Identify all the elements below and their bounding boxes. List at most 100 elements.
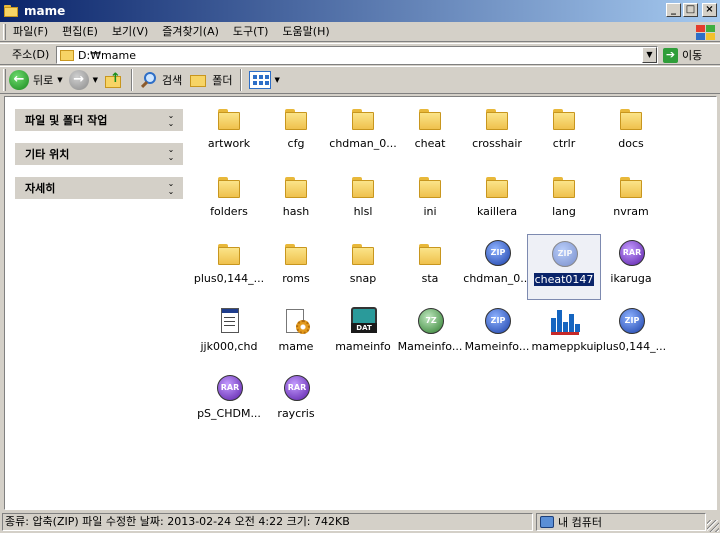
archive-badge: ZIP <box>485 307 511 334</box>
panel-file-folder-tasks[interactable]: 파일 및 폴더 작업 ⌄ ⌄ <box>15 109 183 131</box>
folder-icon <box>413 171 447 203</box>
double-chevron-down-icon[interactable]: ⌄ ⌄ <box>165 180 175 196</box>
panel-title: 파일 및 폴더 작업 <box>25 114 108 127</box>
search-button[interactable]: 검색 <box>137 68 185 92</box>
file-item[interactable]: hlsl <box>326 167 400 233</box>
menu-tools[interactable]: 도구(T) <box>226 23 276 41</box>
file-item[interactable]: docs <box>594 99 668 165</box>
file-item[interactable]: roms <box>259 234 333 300</box>
maximize-button[interactable]: □ <box>683 3 698 17</box>
file-item-label: ctrlr <box>552 137 576 150</box>
folder-icon <box>3 4 19 18</box>
file-item[interactable]: ctrlr <box>527 99 601 165</box>
chevron-down-icon[interactable]: ▼ <box>275 76 280 84</box>
resize-grip[interactable] <box>707 520 719 532</box>
zip-archive-icon: ZIP <box>480 306 514 338</box>
file-item[interactable]: RAR pS_CHDM... <box>192 369 266 435</box>
menu-file[interactable]: 파일(F) <box>6 23 55 41</box>
panel-title: 자세히 <box>25 182 56 195</box>
file-item-label: artwork <box>207 137 251 150</box>
file-item-label: pS_CHDM... <box>197 407 261 420</box>
file-item[interactable]: crosshair <box>460 99 534 165</box>
close-button[interactable]: × <box>702 3 717 17</box>
menu-help[interactable]: 도움말(H) <box>275 23 336 41</box>
minimize-button[interactable]: _ <box>666 3 681 17</box>
folder-icon <box>279 103 313 135</box>
file-item[interactable]: sta <box>393 234 467 300</box>
file-item[interactable]: jjk000,chd <box>192 302 266 368</box>
archive-badge: RAR <box>284 375 310 401</box>
file-item[interactable]: cfg <box>259 99 333 165</box>
file-item-label: hash <box>282 204 310 218</box>
file-item-label: docs <box>618 137 644 150</box>
file-item[interactable]: ini <box>393 167 467 233</box>
content-area: 파일 및 폴더 작업 ⌄ ⌄ 기타 위치 ⌄ ⌄ 자세히 ⌄ ⌄ artwork cfg… <box>4 96 717 510</box>
up-button[interactable]: ↑ <box>101 68 127 92</box>
file-item[interactable]: RAR raycris <box>259 369 333 435</box>
menu-edit[interactable]: 편집(E) <box>55 23 105 41</box>
file-item-label: plus0,144_... <box>193 272 265 285</box>
rar-archive-icon: RAR <box>212 373 246 405</box>
folder-icon <box>614 103 648 135</box>
panel-other-places[interactable]: 기타 위치 ⌄ ⌄ <box>15 143 183 165</box>
file-item-label: folders <box>210 204 248 218</box>
file-item-label: mameppkui <box>531 339 597 353</box>
zip-archive-icon: ZIP <box>614 306 648 338</box>
folder-icon <box>279 238 313 270</box>
chevron-down-icon[interactable]: ▼ <box>57 76 62 84</box>
back-arrow-icon: ← <box>9 70 29 90</box>
folders-button[interactable]: 폴더 <box>185 68 235 92</box>
file-item[interactable]: lang <box>527 167 601 233</box>
file-item[interactable]: ZIP plus0,144_... <box>594 302 668 368</box>
file-item-label: Mameinfo... <box>397 339 463 353</box>
file-item-label: kaillera <box>476 204 518 218</box>
status-bar: 종류: 압축(ZIP) 파일 수정한 날짜: 2013-02-24 오전 4:2… <box>0 511 720 533</box>
double-chevron-down-icon[interactable]: ⌄ ⌄ <box>165 146 175 162</box>
window-title: mame <box>24 4 66 18</box>
folder-icon <box>346 238 380 270</box>
folder-icon <box>614 171 648 203</box>
zip-archive-icon: ZIP <box>547 239 581 271</box>
file-item-label: chdman_0... <box>463 272 531 285</box>
file-item[interactable]: RAR ikaruga <box>594 234 668 300</box>
forward-button[interactable]: → ▼ <box>66 68 101 92</box>
folder-icon <box>413 238 447 270</box>
archive-badge: ZIP <box>619 307 645 334</box>
back-button[interactable]: ← 뒤로 ▼ <box>6 68 66 92</box>
chevron-down-icon[interactable]: ▼ <box>93 76 98 84</box>
file-item[interactable]: ZIP Mameinfo... <box>460 302 534 368</box>
document-icon <box>212 306 246 338</box>
file-item[interactable]: mame <box>259 302 333 368</box>
title-bar[interactable]: mame _ □ × <box>0 0 720 22</box>
file-item[interactable]: kaillera <box>460 167 534 233</box>
file-item-label: snap <box>349 272 377 285</box>
folder-icon <box>413 103 447 135</box>
folder-icon <box>547 103 581 135</box>
menu-view[interactable]: 보기(V) <box>105 23 155 41</box>
file-item[interactable]: hash <box>259 167 333 233</box>
views-button[interactable]: ▼ <box>246 68 283 92</box>
file-item[interactable]: nvram <box>594 167 668 233</box>
file-item[interactable]: 7Z Mameinfo... <box>393 302 467 368</box>
file-item[interactable]: chdman_0... <box>326 99 400 165</box>
file-item[interactable]: DAT mameinfo <box>326 302 400 368</box>
address-dropdown-button[interactable]: ▼ <box>642 47 657 63</box>
file-item[interactable]: artwork <box>192 99 266 165</box>
search-label: 검색 <box>162 74 183 87</box>
archive-badge: RAR <box>619 240 645 266</box>
file-item[interactable]: mameppkui <box>527 302 601 368</box>
file-item[interactable]: snap <box>326 234 400 300</box>
file-item[interactable]: cheat <box>393 99 467 165</box>
go-button[interactable]: ➔ 이동 <box>663 47 702 63</box>
file-item[interactable]: ZIP chdman_0... <box>460 234 534 300</box>
address-input[interactable]: D:₩mame ▼ <box>56 46 658 64</box>
menu-favorites[interactable]: 즐겨찾기(A) <box>155 23 226 41</box>
file-item[interactable]: folders <box>192 167 266 233</box>
panel-details[interactable]: 자세히 ⌄ ⌄ <box>15 177 183 199</box>
file-item-label: nvram <box>613 204 649 218</box>
double-chevron-down-icon[interactable]: ⌄ ⌄ <box>165 112 175 128</box>
file-item[interactable]: ZIP cheat0147 <box>527 234 601 300</box>
file-item[interactable]: plus0,144_... <box>192 234 266 300</box>
mameui-logo-icon <box>547 306 581 338</box>
panel-title: 기타 위치 <box>25 148 70 161</box>
